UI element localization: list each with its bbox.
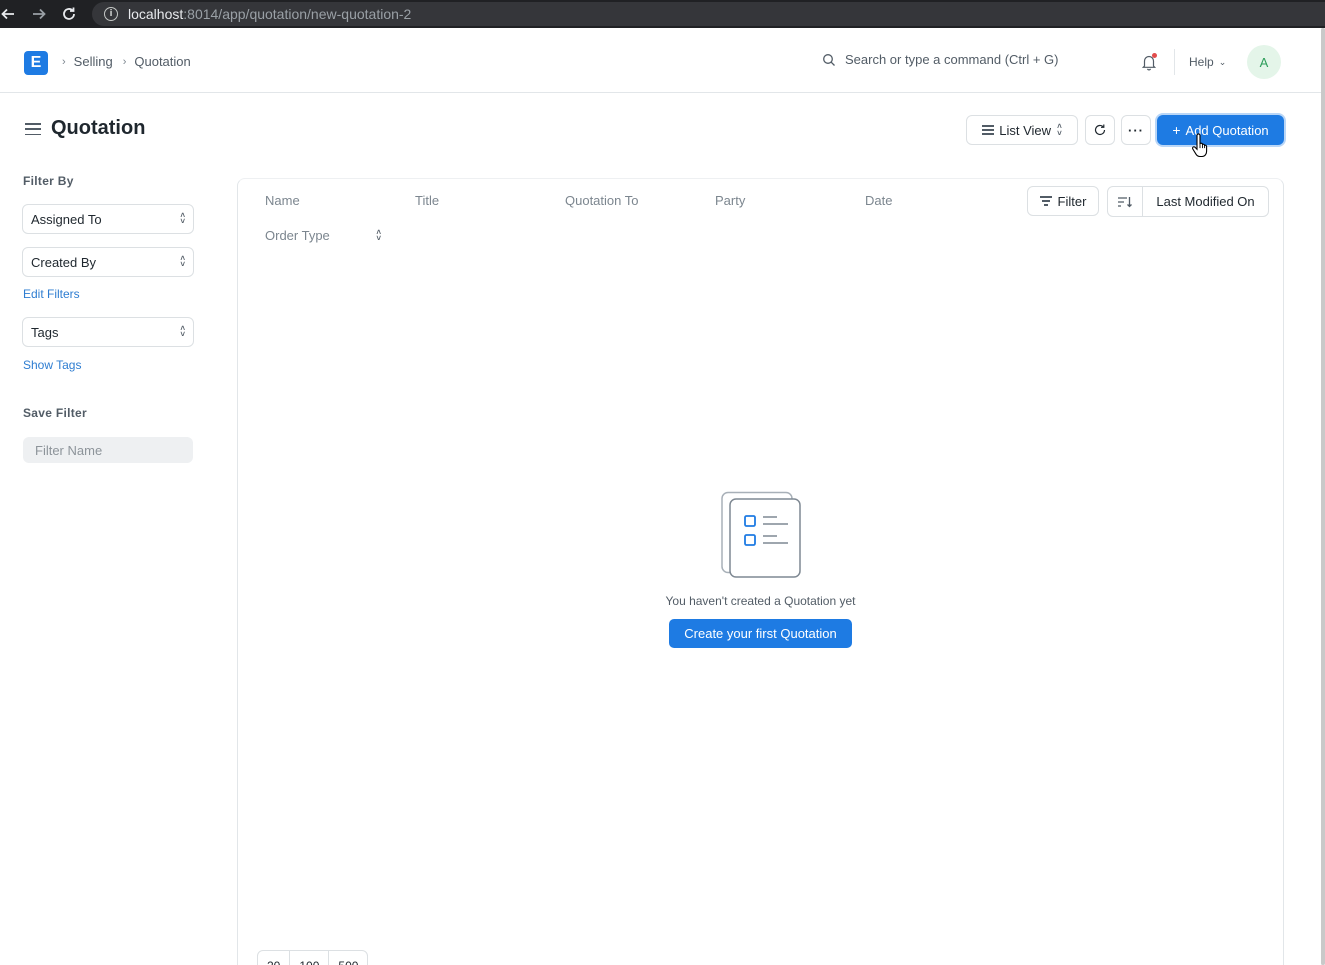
back-button[interactable] [0, 0, 22, 28]
filter-icon [1039, 196, 1052, 206]
hand-pointer-icon [1192, 133, 1208, 158]
list-view-switcher[interactable]: List View ˄ ˅ [966, 115, 1078, 145]
add-quotation-button[interactable]: + Add Quotation [1157, 115, 1284, 145]
column-name: Name [265, 193, 300, 208]
site-info-icon[interactable]: i [104, 7, 118, 21]
filter-by-heading: Filter By [23, 174, 74, 188]
breadcrumb-separator: › [62, 55, 66, 68]
plus-icon: + [1172, 122, 1181, 138]
app-navbar: E › Selling › Quotation Search or type a… [0, 28, 1325, 93]
sort-field-button[interactable]: Last Modified On [1143, 187, 1268, 216]
order-type-label: Order Type [265, 228, 330, 243]
page-scrollbar[interactable] [1321, 28, 1325, 965]
created-by-label: Created By [31, 254, 97, 270]
reload-button[interactable] [55, 0, 83, 28]
column-date: Date [865, 193, 893, 208]
page-size-500[interactable]: 500 [329, 951, 367, 965]
help-label: Help [1189, 55, 1214, 69]
sort-descending-icon [1118, 196, 1132, 207]
updown-icon: ˄ ˅ [1057, 122, 1062, 138]
navbar-divider [1174, 49, 1175, 75]
arrow-right-icon [33, 8, 46, 20]
app-logo[interactable]: E [24, 51, 48, 75]
save-filter-heading: Save Filter [23, 406, 87, 420]
arrow-left-icon [1, 8, 14, 20]
updown-icon: ˄ ˅ [180, 324, 185, 339]
help-dropdown[interactable]: Help ⌄ [1189, 55, 1226, 69]
assigned-to-filter[interactable]: Assigned To ˄ ˅ [22, 204, 194, 234]
browser-toolbar: i localhost:8014/app/quotation/new-quota… [0, 0, 1325, 28]
filter-name-input[interactable] [23, 437, 193, 463]
page-title: Quotation [51, 117, 146, 139]
forward-button[interactable] [25, 0, 53, 28]
url-path: :8014/app/quotation/new-quotation-2 [183, 6, 412, 22]
reload-icon [63, 7, 75, 20]
refresh-button[interactable] [1085, 115, 1115, 145]
sidebar-toggle-icon[interactable] [25, 123, 41, 135]
scrollbar-thumb[interactable] [1321, 28, 1325, 965]
assigned-to-label: Assigned To [31, 211, 102, 227]
column-title: Title [415, 193, 440, 208]
show-tags-link[interactable]: Show Tags [23, 358, 81, 372]
page-size-20[interactable]: 20 [258, 951, 291, 965]
breadcrumb-selling[interactable]: Selling [74, 54, 113, 69]
refresh-icon [1094, 124, 1106, 136]
edit-filters-link[interactable]: Edit Filters [23, 287, 80, 301]
search-icon [823, 53, 835, 66]
column-party: Party [715, 193, 746, 208]
empty-state-message: You haven't created a Quotation yet [665, 594, 856, 608]
more-actions-button[interactable]: ··· [1121, 115, 1151, 145]
column-quotation-to: Quotation To [565, 193, 639, 208]
breadcrumb: › Selling › Quotation [62, 54, 201, 69]
breadcrumb-quotation[interactable]: Quotation [134, 54, 190, 69]
updown-icon: ˄ ˅ [376, 227, 381, 243]
url-host: localhost [128, 6, 184, 22]
created-by-filter[interactable]: Created By ˄ ˅ [22, 247, 194, 277]
search-bar[interactable]: Search or type a command (Ctrl + G) [822, 52, 1059, 67]
notification-dot [1152, 53, 1157, 58]
sort-selector: Last Modified On [1107, 186, 1269, 217]
order-type-filter[interactable]: Order Type ˄ ˅ [265, 228, 381, 243]
more-label: ··· [1128, 122, 1144, 138]
filter-button[interactable]: Filter [1027, 186, 1099, 216]
avatar[interactable]: A [1247, 45, 1281, 79]
page-size-selector: 20 100 500 [257, 950, 369, 965]
create-first-quotation-button[interactable]: Create your first Quotation [669, 619, 852, 648]
tags-filter[interactable]: Tags ˄ ˅ [22, 317, 194, 347]
sort-field-label: Last Modified On [1156, 194, 1255, 209]
filter-label: Filter [1057, 193, 1087, 209]
empty-list-document-icon [721, 491, 801, 578]
updown-icon: ˄ ˅ [180, 211, 185, 226]
breadcrumb-separator: › [122, 55, 127, 68]
chevron-down-icon: ⌄ [1218, 56, 1227, 67]
tags-label: Tags [31, 324, 59, 340]
list-view-label: List View [999, 122, 1052, 138]
address-bar[interactable]: i localhost:8014/app/quotation/new-quota… [92, 2, 1325, 26]
list-icon [982, 125, 995, 135]
page-size-100[interactable]: 100 [290, 951, 330, 965]
search-placeholder: Search or type a command (Ctrl + G) [845, 52, 1059, 67]
updown-icon: ˄ ˅ [180, 254, 185, 269]
notifications-button[interactable] [1140, 53, 1158, 71]
sort-order-button[interactable] [1108, 187, 1143, 216]
